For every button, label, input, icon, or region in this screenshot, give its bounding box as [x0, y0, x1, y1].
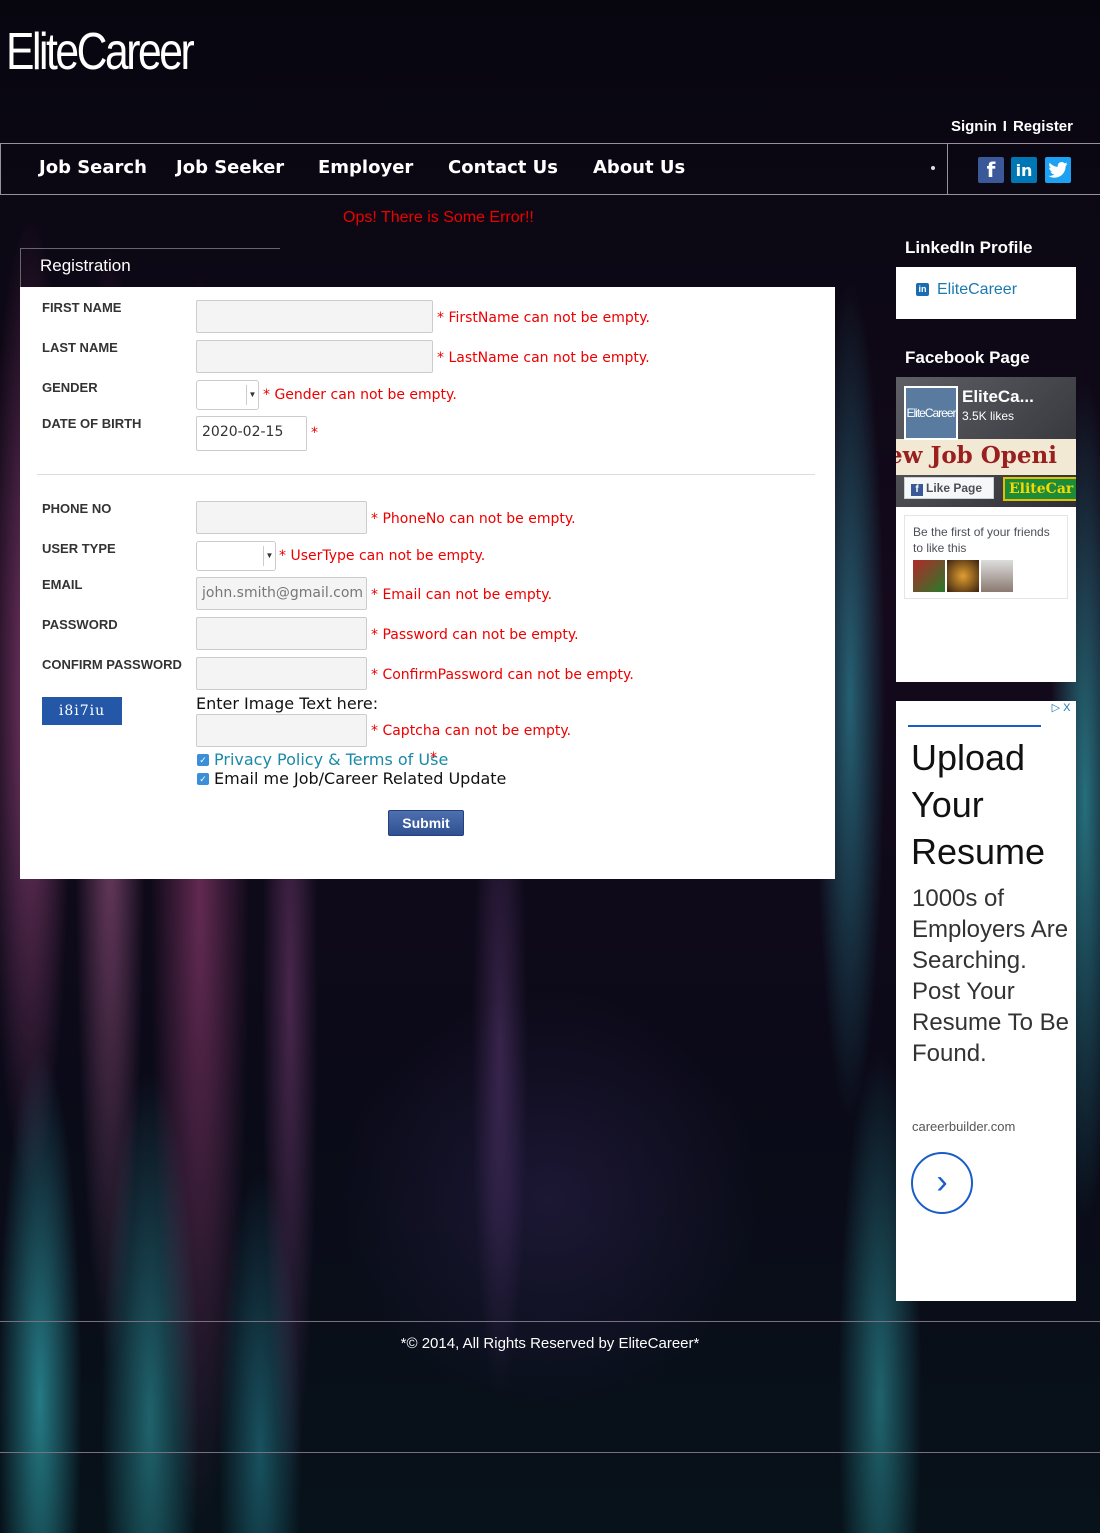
- password-label: PASSWORD: [42, 617, 118, 632]
- sidebar-ad[interactable]: ▷ X Upload Your Resume 1000s of Employer…: [896, 701, 1076, 1301]
- register-link[interactable]: Register: [1013, 118, 1073, 135]
- updates-checkbox[interactable]: ✓: [197, 773, 209, 785]
- confirm-password-input[interactable]: [196, 657, 367, 690]
- privacy-required-mark: *: [430, 750, 437, 766]
- auth-separator: I: [1002, 118, 1007, 135]
- like-page-label: Like Page: [926, 481, 983, 495]
- first-name-label: FIRST NAME: [42, 300, 122, 315]
- footer-copyright: *© 2014, All Rights Reserved by EliteCar…: [400, 1335, 700, 1352]
- linkedin-profile-link[interactable]: EliteCareer: [937, 281, 1017, 299]
- site-logo[interactable]: EliteCareer: [6, 22, 195, 82]
- signin-link[interactable]: Signin: [951, 118, 997, 135]
- footer-bottom-line: [0, 1452, 1100, 1453]
- nav-dot: [931, 166, 935, 170]
- user-type-error: * UserType can not be empty.: [279, 548, 486, 564]
- email-input[interactable]: john.smith@gmail.com: [196, 577, 367, 610]
- error-banner: Ops! There is Some Error!!: [343, 209, 534, 226]
- form-divider: [37, 474, 815, 475]
- footer-top-line: [0, 1321, 1100, 1322]
- password-input[interactable]: [196, 617, 367, 650]
- facebook-avatar[interactable]: EliteCareer: [904, 386, 958, 440]
- chevron-down-icon: ▼: [246, 385, 258, 405]
- linkedin-icon[interactable]: in: [1011, 157, 1037, 183]
- captcha-image: i8i7iu: [42, 697, 122, 725]
- ad-top-line: [908, 725, 1041, 727]
- first-name-input[interactable]: [196, 300, 433, 333]
- user-type-label: USER TYPE: [42, 541, 116, 556]
- email-label: EMAIL: [42, 577, 83, 592]
- password-error: * Password can not be empty.: [371, 627, 579, 643]
- gender-label: GENDER: [42, 380, 98, 395]
- dob-input[interactable]: 2020-02-15: [196, 416, 307, 451]
- main-navbar: Job Search Job Seeker Employer Contact U…: [0, 143, 1100, 195]
- submit-button[interactable]: Submit: [388, 810, 464, 836]
- nav-contact-us[interactable]: Contact Us: [448, 157, 558, 178]
- elitecareer-logo: EliteCar: [1003, 477, 1076, 501]
- facebook-likes: 3.5K likes: [962, 409, 1015, 423]
- like-page-button[interactable]: f Like Page: [904, 477, 994, 499]
- user-type-select[interactable]: ▼: [196, 541, 276, 571]
- facebook-widget: ew Job Openi EliteCareer EliteCa... 3.5K…: [896, 377, 1076, 682]
- friends-text: Be the first of your friends to like thi…: [913, 525, 1050, 555]
- privacy-checkbox[interactable]: ✓: [197, 754, 209, 766]
- linkedin-icon: in: [916, 283, 929, 296]
- gender-select[interactable]: ▼: [196, 380, 259, 410]
- linkedin-heading: LinkedIn Profile: [905, 238, 1033, 257]
- dob-required-mark: *: [311, 425, 318, 441]
- captcha-error: * Captcha can not be empty.: [371, 723, 572, 739]
- facebook-friends-box: Be the first of your friends to like thi…: [904, 515, 1068, 599]
- phone-input[interactable]: [196, 501, 367, 534]
- linkedin-profile-box: in EliteCareer: [896, 267, 1076, 319]
- nav-job-seeker[interactable]: Job Seeker: [176, 157, 284, 178]
- last-name-input[interactable]: [196, 340, 433, 373]
- email-error: * Email can not be empty.: [371, 587, 553, 603]
- captcha-label: Enter Image Text here:: [196, 694, 379, 713]
- confirm-password-error: * ConfirmPassword can not be empty.: [371, 667, 634, 683]
- chevron-down-icon: ▼: [263, 546, 275, 566]
- last-name-label: LAST NAME: [42, 340, 118, 355]
- friend-avatar[interactable]: [947, 560, 979, 592]
- confirm-password-label: CONFIRM PASSWORD: [42, 657, 182, 672]
- nav-divider: [947, 144, 948, 194]
- friend-avatar[interactable]: [981, 560, 1013, 592]
- phone-error: * PhoneNo can not be empty.: [371, 511, 576, 527]
- facebook-icon: f: [911, 484, 923, 496]
- first-name-error: * FirstName can not be empty.: [437, 310, 650, 326]
- twitter-icon[interactable]: [1045, 157, 1071, 183]
- friend-avatar[interactable]: [913, 560, 945, 592]
- registration-title: Registration: [40, 256, 131, 275]
- privacy-policy-link[interactable]: Privacy Policy & Terms of Use: [214, 750, 448, 769]
- facebook-heading: Facebook Page: [905, 348, 1030, 367]
- auth-links: Signin I Register: [951, 118, 1073, 135]
- adchoices-icon[interactable]: ▷ X: [1046, 701, 1076, 716]
- gender-error: * Gender can not be empty.: [263, 387, 457, 403]
- nav-job-search[interactable]: Job Search: [39, 157, 147, 178]
- registration-form: FIRST NAME * FirstName can not be empty.…: [20, 287, 835, 879]
- chevron-right-icon[interactable]: ›: [911, 1152, 973, 1214]
- phone-label: PHONE NO: [42, 501, 112, 516]
- nav-about-us[interactable]: About Us: [593, 157, 685, 178]
- last-name-error: * LastName can not be empty.: [437, 350, 650, 366]
- ad-headline[interactable]: Upload Your Resume: [911, 734, 1071, 875]
- updates-label: Email me Job/Career Related Update: [214, 769, 507, 788]
- ad-body: 1000s of Employers Are Searching. Post Y…: [912, 885, 1069, 1067]
- captcha-input[interactable]: [196, 714, 367, 747]
- facebook-icon[interactable]: f: [978, 157, 1004, 183]
- ad-domain: careerbuilder.com: [912, 1119, 1016, 1134]
- nav-employer[interactable]: Employer: [318, 157, 413, 178]
- cover-banner: ew Job Openi: [896, 439, 1076, 475]
- facebook-page-name[interactable]: EliteCa...: [962, 387, 1034, 407]
- dob-label: DATE OF BIRTH: [42, 416, 142, 431]
